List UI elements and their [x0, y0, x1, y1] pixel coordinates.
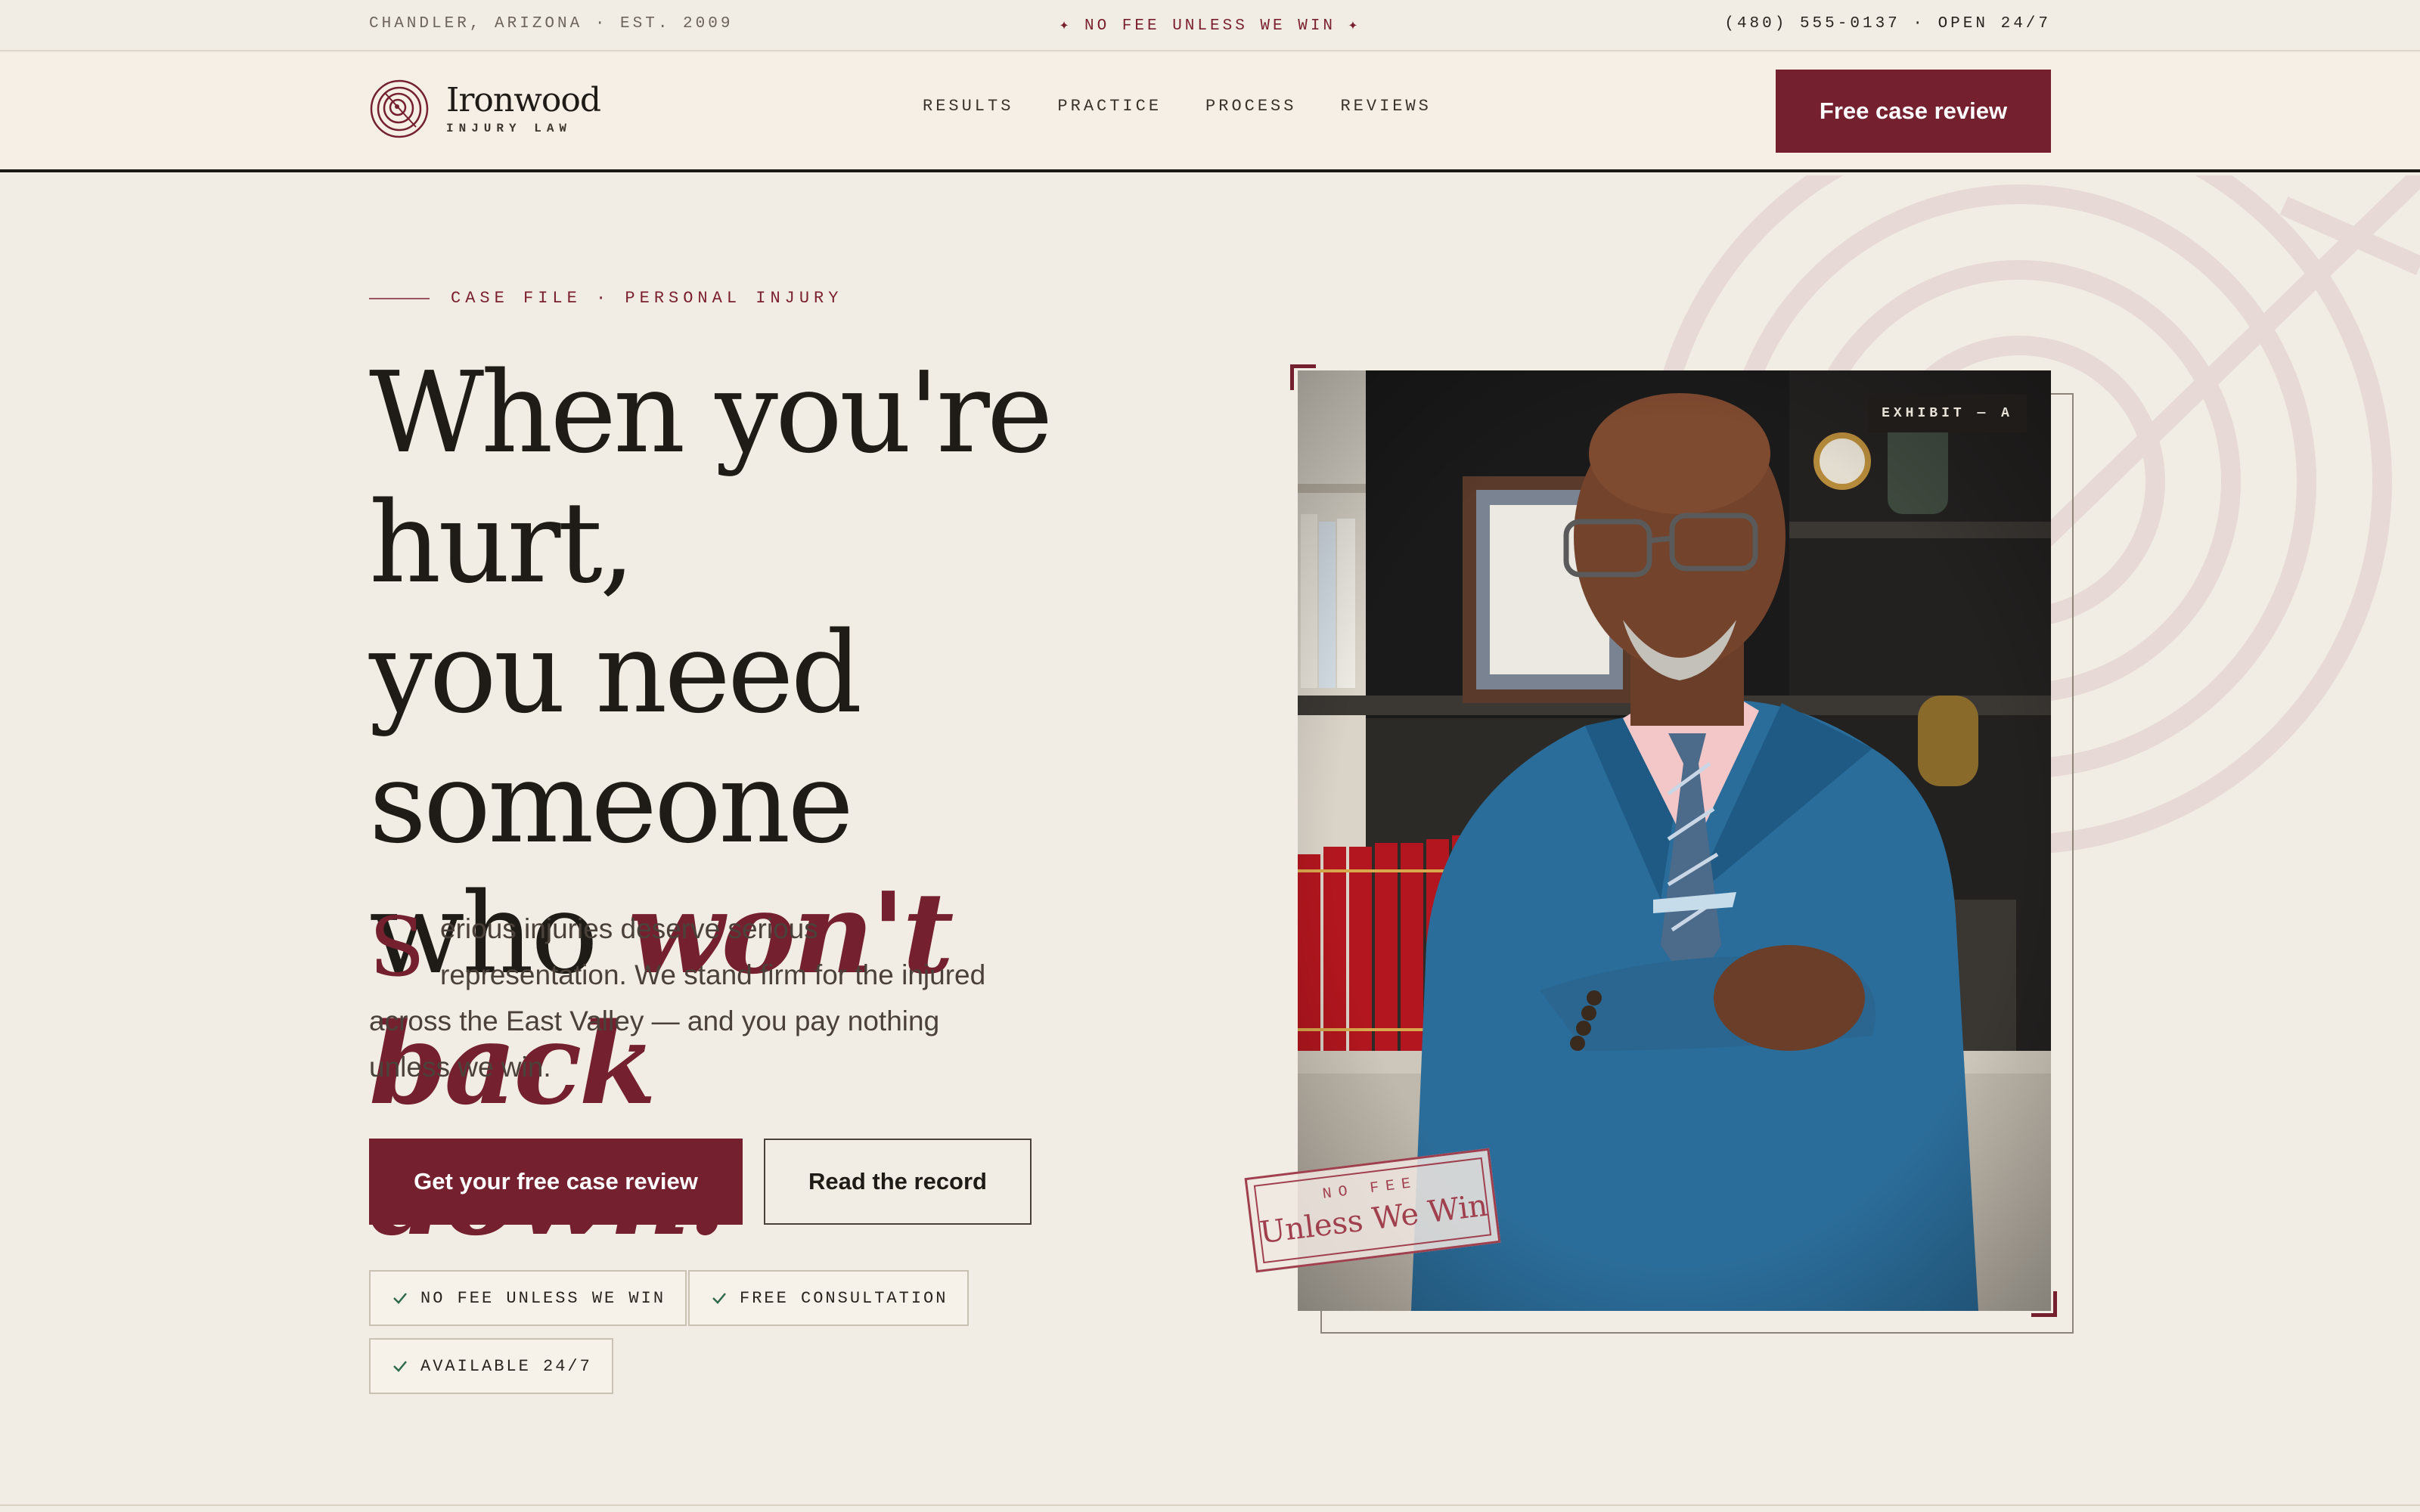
nav-results[interactable]: RESULTS [923, 97, 1013, 116]
section-divider [0, 1504, 2420, 1506]
nav-reviews[interactable]: REVIEWS [1340, 97, 1431, 116]
read-the-record-button[interactable]: Read the record [764, 1139, 1032, 1225]
tree-rings-logo-icon [370, 79, 429, 138]
phone-contact[interactable]: (480) 555-0137 · OPEN 24/7 [1724, 15, 2051, 33]
check-icon [712, 1293, 726, 1304]
top-info-bar: CHANDLER, ARIZONA · EST. 2009 ✦ NO FEE U… [0, 0, 2420, 51]
photo-corner-bottom-right [2031, 1291, 2057, 1317]
main-nav: RESULTS PRACTICE PROCESS REVIEWS [923, 97, 1432, 116]
chip-label: FREE CONSULTATION [740, 1288, 948, 1308]
chip-label: AVAILABLE 24/7 [420, 1356, 592, 1376]
hero-headline: When you're hurt, you need someone who w… [369, 348, 1261, 1260]
get-free-case-review-button[interactable]: Get your free case review [369, 1139, 743, 1225]
check-icon [393, 1293, 407, 1304]
brand-logo[interactable]: Ironwood INJURY LAW [369, 79, 601, 139]
nav-practice[interactable]: PRACTICE [1057, 97, 1162, 116]
photo-corner-top-left [1290, 364, 1316, 390]
hero-lede: Serious injuries deserve serious represe… [369, 906, 989, 1090]
exhibit-label: EXHIBIT — A [1868, 395, 2027, 432]
chip-no-fee: NO FEE UNLESS WE WIN [369, 1270, 687, 1326]
eyebrow-label: CASE FILE · PERSONAL INJURY [451, 289, 843, 308]
headline-line-2: you need someone [369, 608, 862, 868]
fee-tagline: ✦ NO FEE UNLESS WE WIN ✦ [1059, 17, 1361, 35]
eyebrow-rule [369, 297, 430, 299]
free-case-review-button[interactable]: Free case review [1776, 70, 2051, 153]
site-header: Ironwood INJURY LAW RESULTS PRACTICE PRO… [0, 53, 2420, 172]
lede-text: erious injuries deserve serious represen… [369, 913, 986, 1083]
stamp-border [1253, 1157, 1492, 1264]
check-icon [393, 1361, 407, 1372]
chip-free-consultation: FREE CONSULTATION [688, 1270, 970, 1326]
brand-name: Ironwood [446, 81, 601, 119]
nav-process[interactable]: PROCESS [1205, 97, 1296, 116]
chip-label: NO FEE UNLESS WE WIN [420, 1288, 666, 1308]
brand-subtitle: INJURY LAW [446, 122, 572, 135]
hero-eyebrow: CASE FILE · PERSONAL INJURY [369, 289, 842, 308]
chip-available: AVAILABLE 24/7 [369, 1338, 613, 1394]
drop-cap: S [369, 900, 425, 995]
headline-line-1: When you're hurt, [369, 348, 1053, 608]
